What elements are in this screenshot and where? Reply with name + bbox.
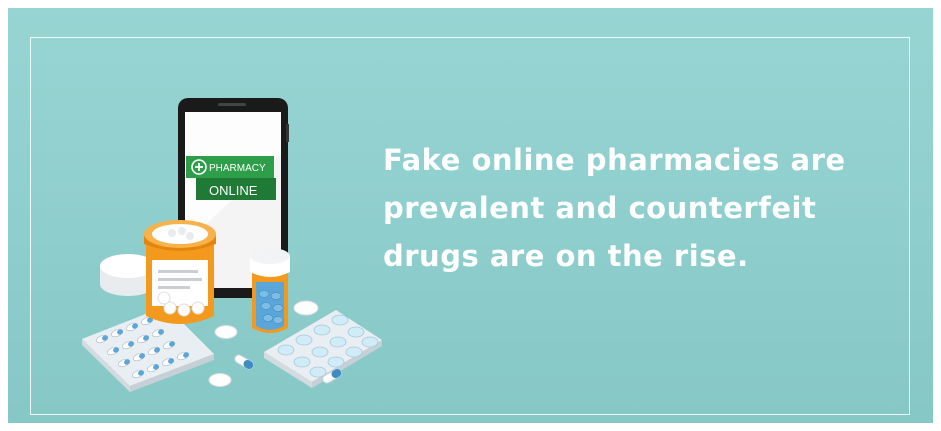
headline-line-3: drugs are on the rise.	[383, 239, 749, 273]
banner: PHARMACY ONLINE Fake online pharmacies a…	[8, 8, 933, 423]
sign-bottom-text: ONLINE	[209, 183, 258, 198]
headline-line-1: Fake online pharmacies are	[383, 143, 846, 177]
headline-line-2: prevalent and counterfeit	[383, 191, 817, 225]
pharmacy-illustration: PHARMACY ONLINE	[68, 84, 388, 404]
pharmacy-sign: PHARMACY ONLINE	[186, 156, 276, 200]
pill-bottle-large	[100, 220, 216, 324]
pill-bottle-small	[250, 248, 290, 333]
pharmacy-illustration-art: PHARMACY ONLINE	[82, 98, 382, 392]
sign-top-text: PHARMACY	[209, 163, 266, 174]
headline: Fake online pharmacies are prevalent and…	[383, 136, 903, 280]
